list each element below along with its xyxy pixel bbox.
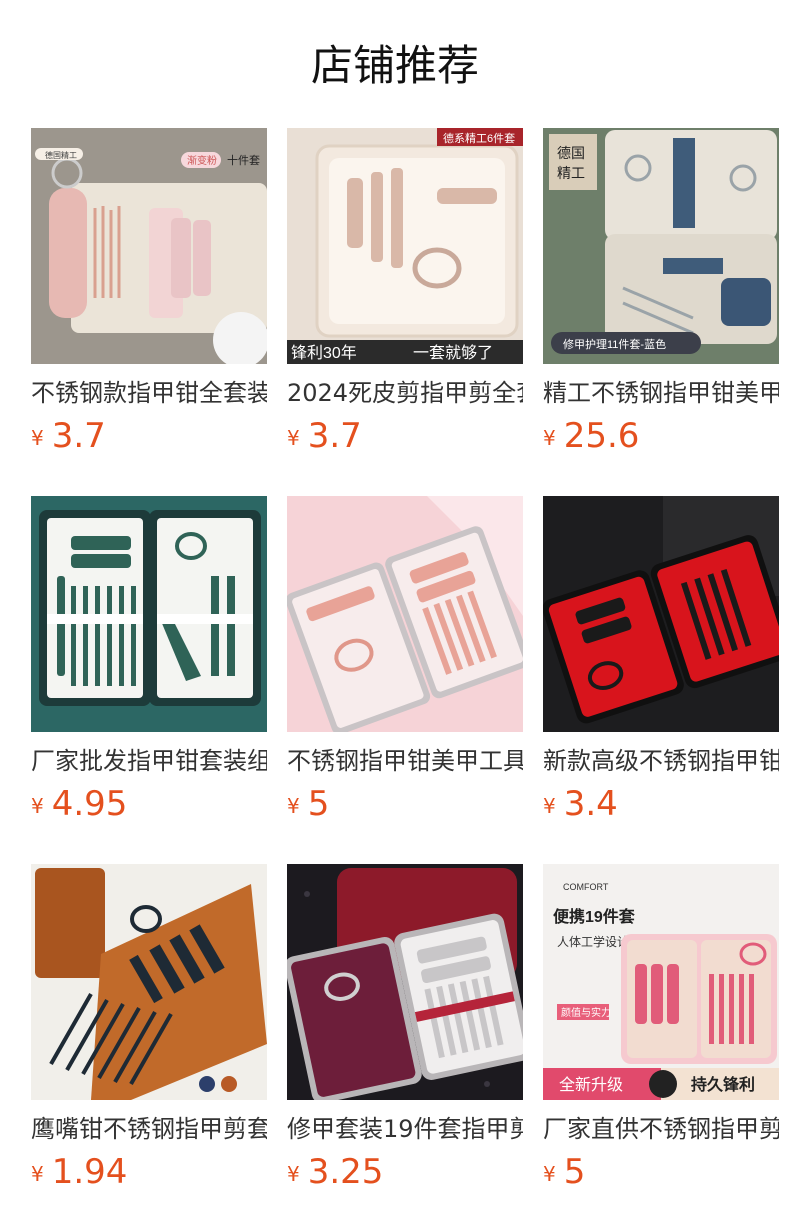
product-price: ¥3.25 bbox=[287, 1152, 383, 1192]
currency-symbol: ¥ bbox=[543, 794, 556, 818]
product-image[interactable]: 德国精工 渐变粉 十件套 bbox=[31, 128, 267, 364]
product-image[interactable]: 锋利30年 一套就够了 德系精工6件套 bbox=[287, 128, 523, 364]
product-image[interactable] bbox=[287, 496, 523, 732]
price-value: 5 bbox=[307, 784, 330, 824]
price-value: 1.94 bbox=[51, 1152, 128, 1192]
product-name[interactable]: 厂家批发指甲钳套装组合 bbox=[31, 744, 267, 778]
currency-symbol: ¥ bbox=[31, 1162, 44, 1186]
product-image[interactable] bbox=[287, 864, 523, 1100]
badge-text: 修甲护理11件套-蓝色 bbox=[563, 337, 666, 351]
currency-symbol: ¥ bbox=[543, 426, 556, 450]
product-image[interactable]: 德国 精工 修甲护理11件套-蓝色 bbox=[543, 128, 779, 364]
product-card[interactable]: 修甲套装19件套指甲剪 ¥3.25 bbox=[287, 864, 523, 1194]
currency-symbol: ¥ bbox=[31, 794, 44, 818]
currency-symbol: ¥ bbox=[31, 426, 44, 450]
product-card[interactable]: 德国 精工 修甲护理11件套-蓝色 精工不锈钢指甲钳美甲 ¥25.6 bbox=[543, 128, 779, 458]
product-name[interactable]: 新款高级不锈钢指甲钳 bbox=[543, 744, 779, 778]
badge-text: 锋利30年 bbox=[291, 344, 357, 362]
product-image[interactable]: COMFORT 便携19件套 人体工学设计 颜值与实力 全新升级 持久锋利 bbox=[543, 864, 779, 1100]
product-name[interactable]: 修甲套装19件套指甲剪 bbox=[287, 1112, 523, 1146]
badge-text: 德国精工 bbox=[45, 150, 77, 160]
badge-text: 人体工学设计 bbox=[557, 934, 629, 949]
currency-symbol: ¥ bbox=[287, 1162, 300, 1186]
product-row: 德国精工 渐变粉 十件套 不锈钢款指甲钳全套装 ¥3.7 锋利30年 一套就够了… bbox=[31, 128, 779, 458]
badge-text: 便携19件套 bbox=[553, 907, 636, 926]
badge-text: 德系精工6件套 bbox=[443, 131, 515, 145]
product-row: 厂家批发指甲钳套装组合 ¥4.95 bbox=[31, 496, 779, 826]
product-image[interactable] bbox=[31, 864, 267, 1100]
product-card[interactable]: 德国精工 渐变粉 十件套 不锈钢款指甲钳全套装 ¥3.7 bbox=[31, 128, 267, 458]
product-price: ¥5 bbox=[543, 1152, 585, 1192]
badge-text: 精工 bbox=[557, 165, 585, 181]
recommendation-page: 店铺推荐 德国精工 渐变粉 十件套 不锈钢款指甲钳全套装 ¥ 3.7 锋利30年… bbox=[0, 0, 790, 1232]
product-name[interactable]: 精工不锈钢指甲钳美甲 bbox=[543, 376, 779, 410]
product-price: ¥3.7 bbox=[287, 416, 362, 456]
product-row: 鹰嘴钳不锈钢指甲剪套装 ¥1.94 bbox=[31, 864, 779, 1194]
badge-text: 持久锋利 bbox=[691, 1075, 755, 1094]
product-image[interactable] bbox=[31, 496, 267, 732]
product-image[interactable] bbox=[543, 496, 779, 732]
product-price: ¥1.94 bbox=[31, 1152, 127, 1192]
price-value: 3.7 bbox=[51, 416, 106, 456]
product-name[interactable]: 2024死皮剪指甲剪全套 bbox=[287, 376, 523, 410]
product-name[interactable]: 不锈钢指甲钳美甲工具 bbox=[287, 744, 523, 778]
product-name[interactable]: 不锈钢款指甲钳全套装 bbox=[31, 376, 267, 410]
product-card[interactable]: 鹰嘴钳不锈钢指甲剪套装 ¥1.94 bbox=[31, 864, 267, 1194]
badge-text: 德国 bbox=[557, 145, 585, 161]
product-card[interactable]: COMFORT 便携19件套 人体工学设计 颜值与实力 全新升级 持久锋利 厂家… bbox=[543, 864, 779, 1194]
product-card[interactable]: 不锈钢指甲钳美甲工具 ¥5 bbox=[287, 496, 523, 826]
product-card[interactable]: 锋利30年 一套就够了 德系精工6件套 2024死皮剪指甲剪全套 ¥3.7 bbox=[287, 128, 523, 458]
product-price: ¥3.7 bbox=[31, 416, 106, 456]
currency-symbol: ¥ bbox=[543, 1162, 556, 1186]
section-title: 店铺推荐 bbox=[310, 41, 479, 90]
price-value: 3.7 bbox=[307, 416, 362, 456]
product-card[interactable]: 新款高级不锈钢指甲钳 ¥3.4 bbox=[543, 496, 779, 826]
price-value: 3.25 bbox=[307, 1152, 384, 1192]
price-value: 3.4 bbox=[563, 784, 618, 824]
product-price: ¥25.6 bbox=[543, 416, 639, 456]
product-price: ¥5 bbox=[287, 784, 329, 824]
price-value: 25.6 bbox=[563, 416, 640, 456]
badge-text: 一套就够了 bbox=[413, 344, 493, 362]
product-price: ¥4.95 bbox=[31, 784, 127, 824]
price-value: 4.95 bbox=[51, 784, 128, 824]
badge-text: COMFORT bbox=[563, 882, 609, 892]
product-price: ¥3.4 bbox=[543, 784, 618, 824]
badge-text: 全新升级 bbox=[559, 1076, 623, 1094]
badge-text: 渐变粉 bbox=[187, 154, 217, 167]
badge-text: 颜值与实力 bbox=[561, 1006, 611, 1019]
product-name[interactable]: 鹰嘴钳不锈钢指甲剪套装 bbox=[31, 1112, 267, 1146]
price-value: 5 bbox=[563, 1152, 586, 1192]
currency-symbol: ¥ bbox=[287, 426, 300, 450]
product-card[interactable]: 厂家批发指甲钳套装组合 ¥4.95 bbox=[31, 496, 267, 826]
product-name[interactable]: 厂家直供不锈钢指甲剪套 bbox=[543, 1112, 779, 1146]
badge-text: 十件套 bbox=[227, 153, 260, 167]
currency-symbol: ¥ bbox=[287, 794, 300, 818]
